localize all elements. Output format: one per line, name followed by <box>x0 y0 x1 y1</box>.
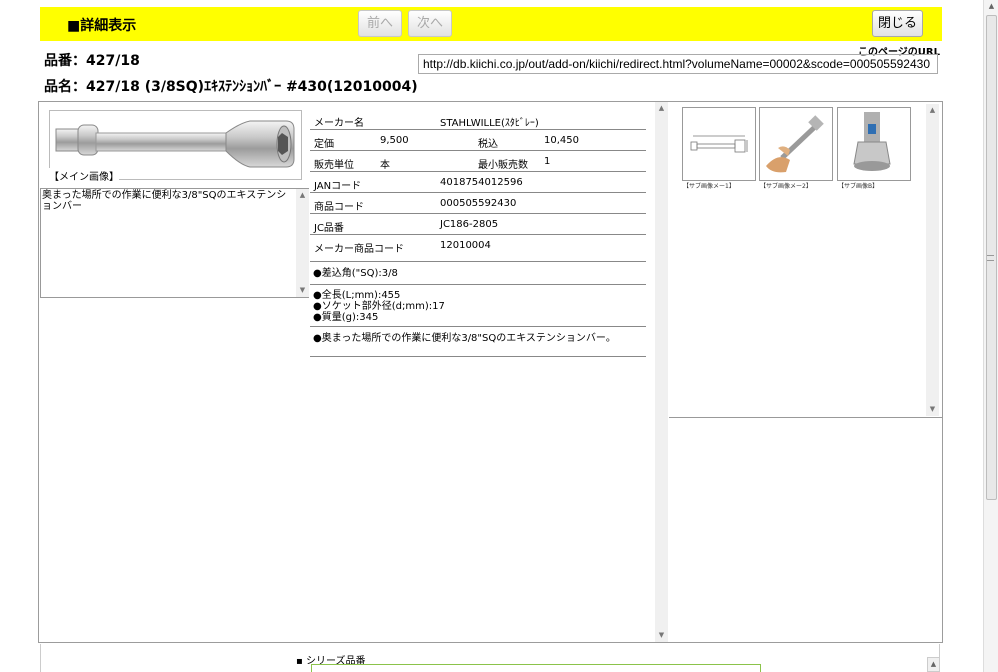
page-url-field[interactable]: http://db.kiichi.co.jp/out/add-on/kiichi… <box>418 54 938 74</box>
page-scroll-up-icon[interactable]: ▲ <box>984 0 998 13</box>
bullet-icon: ▪ <box>296 656 303 667</box>
product-name: 品名：427/18 (3/8SQ)ｴｷｽﾃﾝｼｮﾝﾊﾞｰ #430(120100… <box>44 79 418 95</box>
tax-in-value: 10,450 <box>544 135 579 146</box>
sub-image-scrollbar[interactable]: ▲ ▼ <box>926 104 939 416</box>
jan-value: 4018754012596 <box>440 177 523 188</box>
spec-scrollbar[interactable]: ▲ ▼ <box>655 102 668 642</box>
sub-image-1-caption: 【サブ画像メー1】 <box>683 183 735 190</box>
product-code: 品番：427/18 <box>44 53 140 69</box>
bullet-weight: ●質量(g):345 <box>313 312 379 323</box>
sub-image-2-caption: 【サブ画像メー2】 <box>760 183 812 190</box>
prev-button[interactable]: 前へ <box>358 10 402 37</box>
scroll-up-icon[interactable]: ▲ <box>926 104 939 117</box>
unit-value: 本 <box>380 160 390 171</box>
description-scrollbar[interactable]: ▲ ▼ <box>296 189 309 297</box>
sub-image-3[interactable] <box>837 107 911 181</box>
spec-row-maker: メーカー名 STAHLWILLE(ｽﾀﾋﾞﾚｰ) <box>310 109 646 130</box>
spec-table: メーカー名 STAHLWILLE(ｽﾀﾋﾞﾚｰ) 定価 9,500 税込 10,… <box>310 109 646 357</box>
dimension-drawing-image <box>690 135 748 153</box>
spec-dimensions: ●全長(L;mm):455 ●ソケット部外径(d;mm):17 ●質量(g):3… <box>310 285 646 327</box>
scroll-down-icon[interactable]: ▼ <box>926 403 939 416</box>
bullet-length: ●全長(L;mm):455 <box>313 290 401 301</box>
product-code-value: 000505592430 <box>440 198 517 209</box>
min-qty-value: 1 <box>544 156 551 167</box>
spec-row-unit: 販売単位 本 最小販売数 1 <box>310 151 646 172</box>
jc-label: JC品番 <box>314 223 344 234</box>
maker-value: STAHLWILLE(ｽﾀﾋﾞﾚｰ) <box>440 118 539 129</box>
jc-value: JC186-2805 <box>440 219 499 230</box>
list-price-label: 定価 <box>314 139 334 150</box>
spec-description: ●奥まった場所での作業に便利な3/8"SQのエキステンションバー。 <box>310 327 646 357</box>
spec-row-jc: JC品番 JC186-2805 <box>310 214 646 235</box>
header-bar: ■詳細表示 前へ 次へ 閉じる <box>40 7 942 41</box>
maker-label: メーカー名 <box>314 118 364 129</box>
page-scrollbar[interactable]: ▲ <box>983 0 998 672</box>
scroll-down-icon[interactable]: ▼ <box>655 629 668 642</box>
socket-photo-image <box>853 112 891 171</box>
series-scroll-up-icon[interactable]: ▲ <box>927 657 940 672</box>
scroll-down-icon[interactable]: ▼ <box>296 284 309 297</box>
sub-image-panel: 【サブ画像メー1】 【サブ画像メー2】 【サブ画像B】 ▲ ▼ <box>669 103 942 418</box>
scroll-up-icon[interactable]: ▲ <box>655 102 668 115</box>
product-code-label: 商品コード <box>314 202 364 213</box>
bullet-socket: ●ソケット部外径(d;mm):17 <box>313 301 445 312</box>
maker-code-value: 12010004 <box>440 240 491 251</box>
description-box[interactable]: 奥まった場所での作業に便利な3/8"SQのエキステンションバー ▲ ▼ <box>40 188 309 298</box>
scroll-up-icon[interactable]: ▲ <box>296 189 309 202</box>
bullet-desc: ●奥まった場所での作業に便利な3/8"SQのエキステンションバー。 <box>313 333 616 344</box>
main-image-caption: 【メイン画像】 <box>49 168 119 183</box>
usage-photo-image <box>766 115 824 173</box>
bullet-drive: ●差込角("SQ):3/8 <box>313 268 398 279</box>
next-button[interactable]: 次へ <box>408 10 452 37</box>
page-title: ■詳細表示 <box>67 18 137 34</box>
maker-code-label: メーカー商品コード <box>314 244 404 255</box>
spec-drive: ●差込角("SQ):3/8 <box>310 262 646 285</box>
tax-in-label: 税込 <box>478 139 498 150</box>
min-qty-label: 最小販売数 <box>478 160 528 171</box>
scroll-grip-icon <box>987 255 994 261</box>
spec-row-jan: JANコード 4018754012596 <box>310 172 646 193</box>
spec-row-maker-code: メーカー商品コード 12010004 <box>310 235 646 262</box>
sub-image-2[interactable] <box>759 107 833 181</box>
sub-image-3-caption: 【サブ画像B】 <box>838 183 879 190</box>
close-button[interactable]: 閉じる <box>872 10 923 37</box>
jan-label: JANコード <box>314 181 362 192</box>
spec-row-price: 定価 9,500 税込 10,450 <box>310 130 646 151</box>
description-text: 奥まった場所での作業に便利な3/8"SQのエキステンションバー <box>42 190 287 212</box>
list-price-value: 9,500 <box>380 135 409 146</box>
sub-image-1[interactable] <box>682 107 756 181</box>
detail-frame: 【メイン画像】 奥まった場所での作業に便利な3/8"SQのエキステンションバー … <box>38 101 943 643</box>
series-table <box>311 664 761 672</box>
unit-label: 販売単位 <box>314 160 354 171</box>
spec-row-product-code: 商品コード 000505592430 <box>310 193 646 214</box>
